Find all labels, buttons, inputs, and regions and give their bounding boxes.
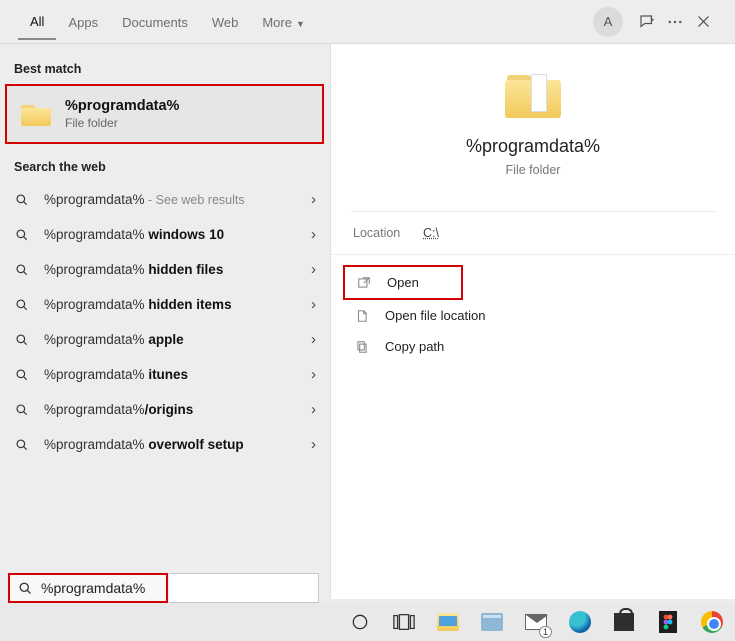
main-area: Best match %programdata% File folder Sea… bbox=[0, 44, 735, 599]
copy-path-action[interactable]: Copy path bbox=[343, 331, 723, 362]
task-view-icon[interactable] bbox=[384, 605, 424, 639]
chevron-right-icon: › bbox=[311, 226, 316, 243]
mail-icon[interactable]: 1 bbox=[516, 605, 556, 639]
best-match-header: Best match bbox=[0, 56, 330, 84]
search-icon bbox=[14, 228, 30, 242]
folder-icon bbox=[21, 102, 51, 126]
copy-icon bbox=[355, 340, 371, 354]
web-result-item[interactable]: %programdata% windows 10 › bbox=[0, 217, 330, 252]
open-file-location-action[interactable]: Open file location bbox=[343, 300, 723, 331]
taskbar: 1 bbox=[0, 603, 735, 641]
best-match-result[interactable]: %programdata% File folder bbox=[5, 84, 324, 144]
web-result-text: %programdata%/origins bbox=[44, 402, 297, 417]
search-icon bbox=[14, 193, 30, 207]
web-result-text: %programdata% hidden files bbox=[44, 262, 297, 277]
search-icon bbox=[14, 438, 30, 452]
web-result-item[interactable]: %programdata% hidden files › bbox=[0, 252, 330, 287]
web-result-item[interactable]: %programdata% hidden items › bbox=[0, 287, 330, 322]
store-icon[interactable] bbox=[604, 605, 644, 639]
web-result-text: %programdata% apple bbox=[44, 332, 297, 347]
more-options-icon[interactable] bbox=[661, 8, 689, 36]
location-value[interactable]: C:\ bbox=[423, 226, 439, 240]
location-row: Location C:\ bbox=[331, 212, 735, 255]
web-result-item[interactable]: %programdata% - See web results › bbox=[0, 182, 330, 217]
web-result-item[interactable]: %programdata% itunes › bbox=[0, 357, 330, 392]
close-icon[interactable] bbox=[689, 8, 717, 36]
avatar[interactable]: A bbox=[593, 7, 623, 37]
web-result-text: %programdata% overwolf setup bbox=[44, 437, 297, 452]
copy-path-label: Copy path bbox=[385, 339, 444, 354]
search-icon bbox=[14, 333, 30, 347]
file-explorer-icon[interactable] bbox=[428, 605, 468, 639]
tab-apps[interactable]: Apps bbox=[56, 4, 110, 39]
web-result-text: %programdata% hidden items bbox=[44, 297, 297, 312]
web-result-text: %programdata% itunes bbox=[44, 367, 297, 382]
preview-subtitle: File folder bbox=[351, 163, 715, 177]
web-header: Search the web bbox=[0, 154, 330, 182]
figma-icon[interactable] bbox=[648, 605, 688, 639]
search-box[interactable] bbox=[8, 573, 168, 603]
chevron-down-icon: ▼ bbox=[296, 19, 305, 29]
open-file-location-label: Open file location bbox=[385, 308, 485, 323]
results-panel: Best match %programdata% File folder Sea… bbox=[0, 44, 330, 599]
web-result-item[interactable]: %programdata%/origins › bbox=[0, 392, 330, 427]
chevron-right-icon: › bbox=[311, 401, 316, 418]
best-match-subtitle: File folder bbox=[65, 116, 179, 130]
folder-large-icon bbox=[505, 72, 561, 118]
web-results-list: %programdata% - See web results›%program… bbox=[0, 182, 330, 462]
web-result-text: %programdata% windows 10 bbox=[44, 227, 297, 242]
web-result-item[interactable]: %programdata% overwolf setup › bbox=[0, 427, 330, 462]
edge-icon[interactable] bbox=[560, 605, 600, 639]
preview-panel: %programdata% File folder Location C:\ O… bbox=[330, 44, 735, 599]
tab-web[interactable]: Web bbox=[200, 4, 251, 39]
tab-all[interactable]: All bbox=[18, 3, 56, 40]
chrome-icon[interactable] bbox=[692, 605, 732, 639]
tab-more[interactable]: More▼ bbox=[250, 4, 317, 39]
open-icon bbox=[357, 276, 373, 290]
web-result-item[interactable]: %programdata% apple › bbox=[0, 322, 330, 357]
location-label: Location bbox=[353, 226, 423, 240]
tab-documents[interactable]: Documents bbox=[110, 4, 200, 39]
chevron-right-icon: › bbox=[311, 436, 316, 453]
open-label: Open bbox=[387, 275, 419, 290]
chevron-right-icon: › bbox=[311, 191, 316, 208]
preview-title: %programdata% bbox=[351, 136, 715, 157]
search-tabs: All Apps Documents Web More▼ A bbox=[0, 0, 735, 44]
best-match-title: %programdata% bbox=[65, 98, 179, 114]
chevron-right-icon: › bbox=[311, 366, 316, 383]
search-icon bbox=[18, 581, 33, 596]
search-icon bbox=[14, 403, 30, 417]
open-action[interactable]: Open bbox=[343, 265, 463, 300]
file-location-icon bbox=[355, 309, 371, 323]
chevron-right-icon: › bbox=[311, 331, 316, 348]
chevron-right-icon: › bbox=[311, 296, 316, 313]
mail-badge: 1 bbox=[539, 626, 552, 638]
search-icon bbox=[14, 263, 30, 277]
search-box-extension[interactable] bbox=[169, 573, 319, 603]
web-result-text: %programdata% - See web results bbox=[44, 192, 297, 207]
feedback-icon[interactable] bbox=[633, 8, 661, 36]
search-icon bbox=[14, 368, 30, 382]
search-icon bbox=[14, 298, 30, 312]
files-app-icon[interactable] bbox=[472, 605, 512, 639]
chevron-right-icon: › bbox=[311, 261, 316, 278]
cortana-icon[interactable] bbox=[340, 605, 380, 639]
